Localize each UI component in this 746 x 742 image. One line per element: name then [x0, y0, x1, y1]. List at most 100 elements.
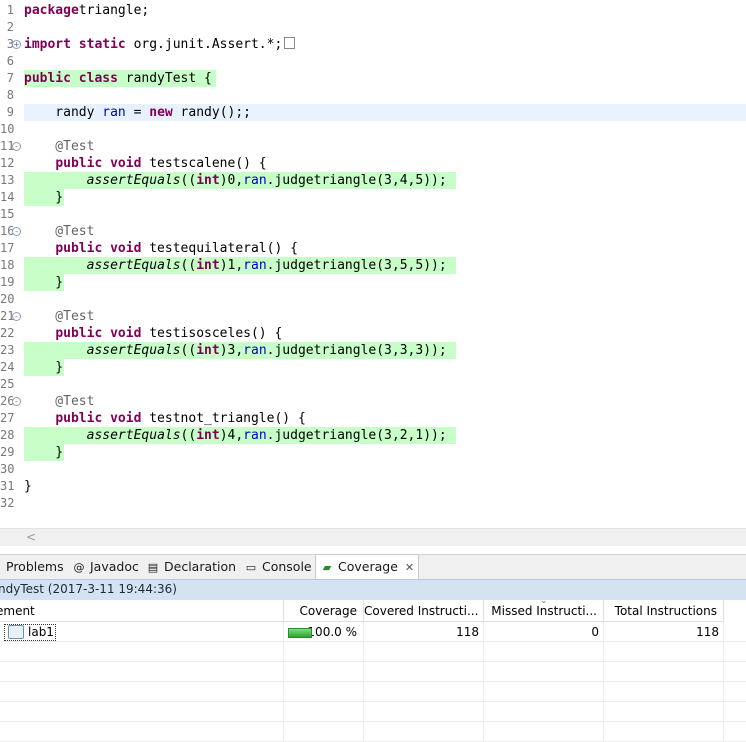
editor-divider	[0, 546, 746, 554]
code-line[interactable]: 9 randy ran = new randy();;	[0, 104, 746, 121]
coverage-table: ement Coverage Covered Instructi... Miss…	[0, 596, 746, 742]
code-text: packagetriangle;	[24, 3, 150, 18]
code-text: randy ran = new randy();;	[24, 105, 252, 120]
code-line[interactable]: 20	[0, 291, 746, 308]
tab-label: Coverage	[338, 559, 398, 574]
at-sign-icon: @	[73, 561, 85, 574]
table-row[interactable]: lab1 100.0 % 118 0 118	[0, 622, 746, 642]
code-text: @Test	[24, 394, 95, 409]
collapse-fold-icon[interactable]: -	[12, 142, 21, 151]
code-line[interactable]: 7 public class randyTest {	[0, 70, 746, 87]
declaration-icon: ▤	[147, 561, 159, 574]
code-text: assertEquals((int)3,ran.judgetriangle(3,…	[86, 343, 447, 358]
console-icon: ▭	[245, 561, 257, 574]
code-line[interactable]: 16- @Test	[0, 223, 746, 240]
code-text: import static org.junit.Assert.*;	[24, 36, 296, 53]
line-number: 7	[6, 71, 14, 85]
column-header-coverage[interactable]: Coverage	[284, 600, 364, 622]
line-number: 24	[0, 360, 15, 374]
line-number: 18	[0, 258, 15, 272]
line-number: 15	[0, 207, 15, 221]
tab-declaration[interactable]: ▤ Declaration	[146, 555, 236, 580]
selection-focus	[4, 624, 56, 641]
collapse-fold-icon[interactable]: -	[12, 397, 21, 406]
code-line[interactable]: 6	[0, 53, 746, 70]
table-row-empty	[0, 702, 746, 722]
code-text: assertEquals((int)1,ran.judgetriangle(3,…	[86, 258, 447, 273]
close-icon[interactable]: ✕	[405, 561, 414, 574]
missed-value: 0	[484, 622, 604, 642]
expand-fold-icon[interactable]: +	[12, 40, 21, 49]
code-text: }	[24, 275, 64, 290]
table-row-empty	[0, 642, 746, 662]
tab-coverage[interactable]: ▰ Coverage ✕	[315, 554, 420, 581]
coverage-bar	[288, 628, 312, 638]
tab-label: Console	[262, 559, 312, 574]
scroll-left-arrow-icon[interactable]: <	[26, 530, 36, 544]
code-text: assertEquals((int)4,ran.judgetriangle(3,…	[86, 428, 447, 443]
code-line[interactable]: 15	[0, 206, 746, 223]
code-text: }	[24, 190, 64, 205]
total-value: 118	[604, 622, 724, 642]
tab-javadoc[interactable]: @ Javadoc	[72, 555, 139, 580]
line-number: 32	[0, 496, 15, 510]
session-title: ndyTest (2017-3-11 19:44:36)	[0, 582, 177, 596]
code-line[interactable]: 31}	[0, 478, 746, 495]
code-line[interactable]: 29 }	[0, 444, 746, 461]
code-line[interactable]: 21- @Test	[0, 308, 746, 325]
code-line[interactable]: 18 assertEquals((int)1,ran.judgetriangle…	[0, 257, 746, 274]
folded-import-icon	[284, 37, 296, 49]
code-line[interactable]: 24 }	[0, 359, 746, 376]
table-row-empty	[0, 662, 746, 682]
tab-problems[interactable]: Problems	[6, 555, 64, 580]
tab-label: Javadoc	[90, 559, 139, 574]
code-line[interactable]: 28 assertEquals((int)4,ran.judgetriangle…	[0, 427, 746, 444]
tab-console[interactable]: ▭ Console	[244, 555, 312, 580]
code-text: public void testscalene() {	[55, 156, 267, 171]
column-header-element[interactable]: ement	[0, 600, 284, 622]
line-number: 22	[0, 326, 15, 340]
code-line[interactable]: 17 public void testequilateral() {	[0, 240, 746, 257]
column-header-total[interactable]: Total Instructions	[604, 600, 724, 622]
code-line[interactable]: 12 public void testscalene() {	[0, 155, 746, 172]
code-line[interactable]: 19 }	[0, 274, 746, 291]
code-line[interactable]: 13 assertEquals((int)0,ran.judgetriangle…	[0, 172, 746, 189]
code-line[interactable]: 23 assertEquals((int)3,ran.judgetriangle…	[0, 342, 746, 359]
coverage-value: 100.0 %	[307, 625, 357, 639]
line-number: 27	[0, 411, 15, 425]
sort-indicator-icon: ⌄	[540, 596, 548, 606]
collapse-fold-icon[interactable]: -	[12, 227, 21, 236]
line-number: 28	[0, 428, 15, 442]
code-text: @Test	[24, 309, 95, 324]
code-line[interactable]: 10	[0, 121, 746, 138]
code-line[interactable]: 2	[0, 19, 746, 36]
column-header-covered[interactable]: Covered Instructi...	[364, 600, 484, 622]
code-line[interactable]: 26- @Test	[0, 393, 746, 410]
code-editor[interactable]: 1 packagetriangle; 2 3 + import static org.ju…	[0, 0, 746, 528]
code-text: @Test	[24, 224, 95, 239]
code-line[interactable]: 27 public void testnot_triangle() {	[0, 410, 746, 427]
coverage-icon: ▰	[322, 561, 332, 574]
code-text: public void testisosceles() {	[55, 326, 283, 341]
code-text: assertEquals((int)0,ran.judgetriangle(3,…	[86, 173, 447, 188]
line-number: 31	[0, 479, 15, 493]
line-number: 6	[6, 54, 14, 68]
table-row-empty	[0, 722, 746, 742]
code-line[interactable]: 22 public void testisosceles() {	[0, 325, 746, 342]
code-text: }	[24, 479, 32, 494]
code-line[interactable]: 32	[0, 495, 746, 512]
code-line[interactable]: 30	[0, 461, 746, 478]
code-line[interactable]: 11- @Test	[0, 138, 746, 155]
code-text: public class randyTest {	[24, 71, 212, 86]
code-line[interactable]: 1 packagetriangle;	[0, 2, 746, 19]
code-line[interactable]: 25	[0, 376, 746, 393]
line-number: 14	[0, 190, 15, 204]
line-number: 20	[0, 292, 15, 306]
horizontal-scrollbar[interactable]: <	[0, 528, 746, 546]
line-number: 29	[0, 445, 15, 459]
code-line[interactable]: 8	[0, 87, 746, 104]
code-line[interactable]: 14 }	[0, 189, 746, 206]
code-line[interactable]: 3 + import static org.junit.Assert.*;	[0, 36, 746, 53]
line-number: 2	[6, 20, 14, 34]
collapse-fold-icon[interactable]: -	[12, 312, 21, 321]
